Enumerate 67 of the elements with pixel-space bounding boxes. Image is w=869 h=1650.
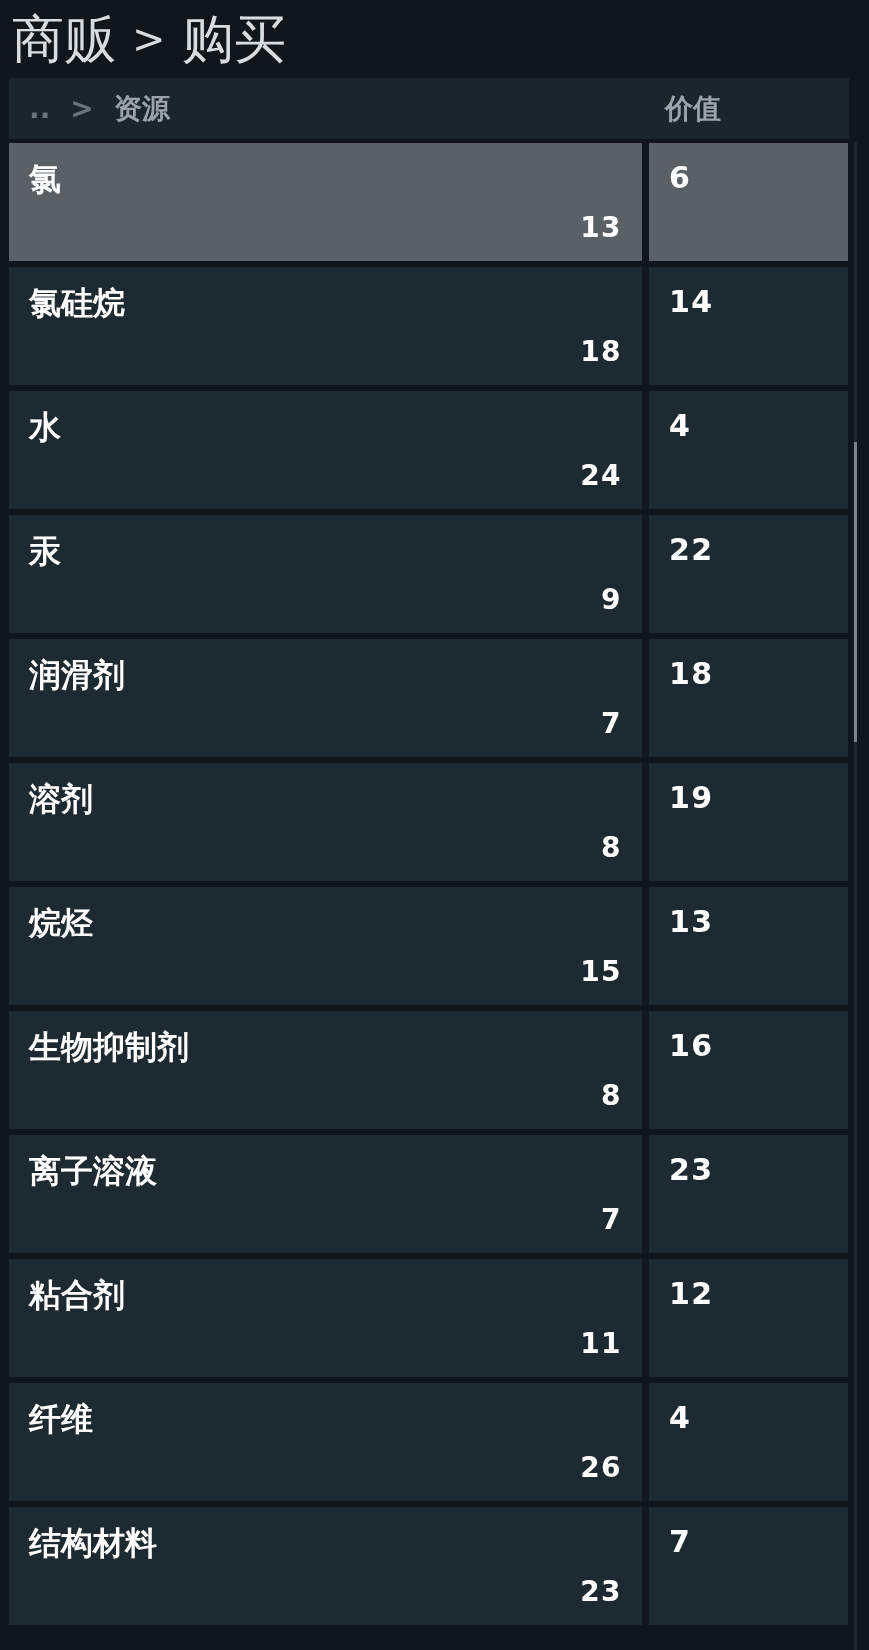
resource-quantity: 24 (580, 458, 622, 494)
resource-quantity: 7 (601, 1202, 622, 1238)
value-text: 18 (669, 656, 714, 691)
value-text: 19 (669, 780, 714, 815)
resource-name: 纤维 (29, 1399, 94, 1440)
resource-cell[interactable]: 水 24 (9, 391, 642, 509)
breadcrumb-separator: > (70, 90, 94, 127)
resource-name: 水 (29, 407, 62, 448)
resource-cell[interactable]: 离子溶液 7 (9, 1135, 642, 1253)
resource-cell[interactable]: 汞 9 (9, 515, 642, 633)
value-text: 7 (669, 1524, 692, 1559)
resource-name: 离子溶液 (29, 1151, 158, 1192)
value-text: 22 (669, 532, 714, 567)
resource-name: 汞 (29, 531, 62, 572)
value-cell[interactable]: 6 (649, 143, 848, 261)
resource-quantity: 9 (601, 582, 622, 618)
value-cell[interactable]: 4 (649, 1383, 848, 1501)
resource-cell[interactable]: 烷烃 15 (9, 887, 642, 1005)
value-text: 6 (669, 160, 692, 195)
resource-quantity: 8 (601, 1078, 622, 1114)
resource-quantity: 7 (601, 706, 622, 742)
resource-name: 溶剂 (29, 779, 94, 820)
value-text: 14 (669, 284, 714, 319)
resource-name: 烷烃 (29, 903, 94, 944)
column-header: 价值 (663, 90, 722, 127)
value-cell[interactable]: 19 (649, 763, 848, 881)
resource-cell[interactable]: 氯硅烷 18 (9, 267, 642, 385)
resource-cell[interactable]: 生物抑制剂 8 (9, 1011, 642, 1129)
resource-quantity: 26 (580, 1450, 622, 1486)
resource-cell[interactable]: 润滑剂 7 (9, 639, 642, 757)
resource-name: 润滑剂 (29, 655, 126, 696)
resource-quantity: 15 (580, 954, 622, 990)
resource-quantity: 23 (580, 1574, 622, 1610)
resource-cell[interactable]: 氯 13 (9, 143, 642, 261)
value-cell[interactable]: 12 (649, 1259, 848, 1377)
resource-name: 结构材料 (29, 1523, 158, 1564)
title-parent: 商贩 (12, 8, 116, 71)
value-text: 23 (669, 1152, 714, 1187)
value-cell[interactable]: 18 (649, 639, 848, 757)
value-cell[interactable]: 22 (649, 515, 848, 633)
resource-quantity: 8 (601, 830, 622, 866)
resource-name: 氯硅烷 (29, 283, 126, 324)
resource-name: 粘合剂 (29, 1275, 126, 1316)
resource-name: 氯 (29, 159, 62, 200)
value-cell[interactable]: 4 (649, 391, 848, 509)
value-cell[interactable]: 16 (649, 1011, 848, 1129)
value-cell[interactable]: 23 (649, 1135, 848, 1253)
value-cell[interactable]: 7 (649, 1507, 848, 1625)
value-cell[interactable]: 13 (649, 887, 848, 1005)
title-separator: > (132, 15, 166, 64)
scrollbar-thumb[interactable] (854, 442, 857, 742)
resource-cell[interactable]: 溶剂 8 (9, 763, 642, 881)
resource-cell[interactable]: 粘合剂 11 (9, 1259, 642, 1377)
resource-quantity: 11 (580, 1326, 622, 1362)
resource-cell[interactable]: 结构材料 23 (9, 1507, 642, 1625)
value-text: 16 (669, 1028, 714, 1063)
resource-quantity: 18 (580, 334, 622, 370)
value-text: 4 (669, 1400, 692, 1435)
resource-quantity: 13 (580, 210, 622, 246)
value-text: 12 (669, 1276, 714, 1311)
column-header: 资源 (113, 90, 170, 127)
value-cell[interactable]: 14 (649, 267, 848, 385)
value-text: 13 (669, 904, 714, 939)
resource-name: 生物抑制剂 (29, 1027, 190, 1068)
value-text: 4 (669, 408, 692, 443)
resource-cell[interactable]: 纤维 26 (9, 1383, 642, 1501)
title-current: 购买 (181, 8, 286, 71)
